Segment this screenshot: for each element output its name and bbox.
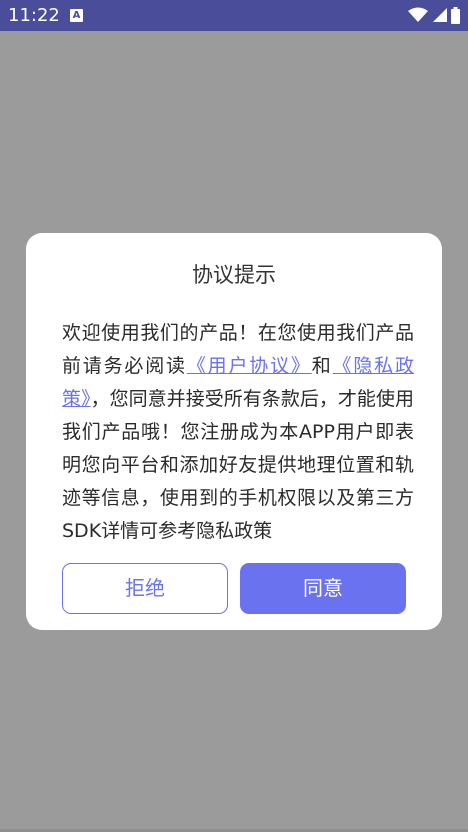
user-agreement-link[interactable]: 《用户协议》 — [187, 355, 312, 377]
wifi-icon — [408, 7, 428, 22]
reject-button[interactable]: 拒绝 — [62, 563, 228, 614]
status-icons — [408, 6, 460, 24]
dialog-title: 协议提示 — [192, 263, 276, 287]
notification-a-icon: A — [70, 9, 83, 22]
battery-icon — [451, 6, 460, 24]
agreement-dialog: 协议提示 欢迎使用我们的产品！在您使用我们产品前请务必阅读《用户协议》和《隐私政… — [26, 233, 442, 630]
body-text-suffix: ，您同意并接受所有条款后，才能使用我们产品哦！您注册成为本APP用户即表明您向平… — [62, 388, 414, 542]
status-time: 11:22 — [8, 5, 60, 26]
body-connector: 和 — [311, 355, 333, 377]
status-bar: 11:22 A — [0, 0, 468, 31]
dialog-body: 欢迎使用我们的产品！在您使用我们产品前请务必阅读《用户协议》和《隐私政策》，您同… — [62, 317, 414, 548]
agree-button[interactable]: 同意 — [240, 563, 406, 614]
cellular-signal-icon — [433, 8, 447, 22]
